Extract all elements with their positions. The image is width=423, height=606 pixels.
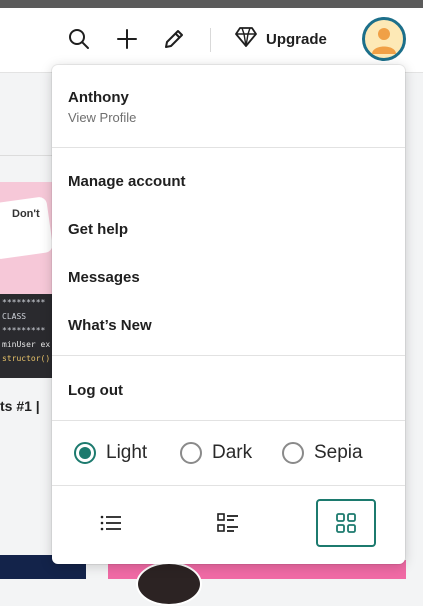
list-icon[interactable] [81, 499, 141, 547]
menu-item-whats-new[interactable]: What’s New [68, 317, 152, 334]
menu-divider [52, 147, 405, 148]
radio-selected[interactable] [74, 442, 96, 464]
profile-name: Anthony [68, 89, 129, 106]
browser-top-edge [0, 0, 423, 8]
code-line: ********* [2, 326, 46, 335]
menu-divider [52, 420, 405, 421]
theme-label-dark: Dark [212, 442, 253, 463]
theme-option-dark[interactable]: Dark [180, 435, 252, 471]
grid-icon[interactable] [316, 499, 376, 547]
background-divider [0, 155, 52, 156]
theme-option-sepia[interactable]: Sepia [282, 435, 363, 471]
theme-option-light[interactable]: Light [74, 435, 147, 471]
search-icon[interactable] [66, 26, 92, 52]
menu-divider [52, 485, 405, 486]
upgrade-label: Upgrade [266, 30, 327, 48]
menu-item-manage-account[interactable]: Manage account [68, 173, 186, 190]
toolbar-separator [210, 28, 211, 52]
view-mode-selector [52, 499, 405, 549]
code-line: CLASS [2, 312, 27, 321]
radio-unselected[interactable] [180, 442, 202, 464]
code-line: ********* [2, 298, 46, 307]
top-bar: Upgrade [0, 8, 423, 73]
view-profile-link[interactable]: View Profile [68, 110, 136, 125]
background-code-block: ********* CLASS ********* minUser ex str… [0, 294, 52, 378]
background-card-banner: Don't [12, 208, 40, 220]
diamond-icon [234, 26, 258, 53]
account-menu: Anthony View Profile Manage account Get … [52, 65, 405, 564]
background-card-title[interactable]: ts #1 | [0, 398, 40, 414]
code-line: minUser ex [2, 340, 51, 349]
background-card-shape [0, 196, 52, 260]
plus-icon[interactable] [114, 26, 140, 52]
theme-label-sepia: Sepia [314, 442, 363, 463]
code-line: structor() [2, 354, 51, 363]
upgrade-button[interactable]: Upgrade [234, 24, 327, 54]
background-author-photo [136, 562, 202, 606]
menu-item-log-out[interactable]: Log out [68, 382, 123, 399]
background-article-card: Don't ********* CLASS ********* minUser … [0, 182, 52, 378]
avatar[interactable] [362, 17, 406, 61]
menu-divider [52, 355, 405, 356]
theme-selector: Light Dark Sepia [52, 435, 405, 471]
menu-item-get-help[interactable]: Get help [68, 221, 128, 238]
menu-item-messages[interactable]: Messages [68, 269, 140, 286]
theme-label-light: Light [106, 442, 148, 463]
pencil-icon[interactable] [161, 26, 187, 52]
profile-section[interactable]: Anthony View Profile [68, 89, 136, 125]
checklist-icon[interactable] [198, 499, 258, 547]
radio-unselected[interactable] [282, 442, 304, 464]
